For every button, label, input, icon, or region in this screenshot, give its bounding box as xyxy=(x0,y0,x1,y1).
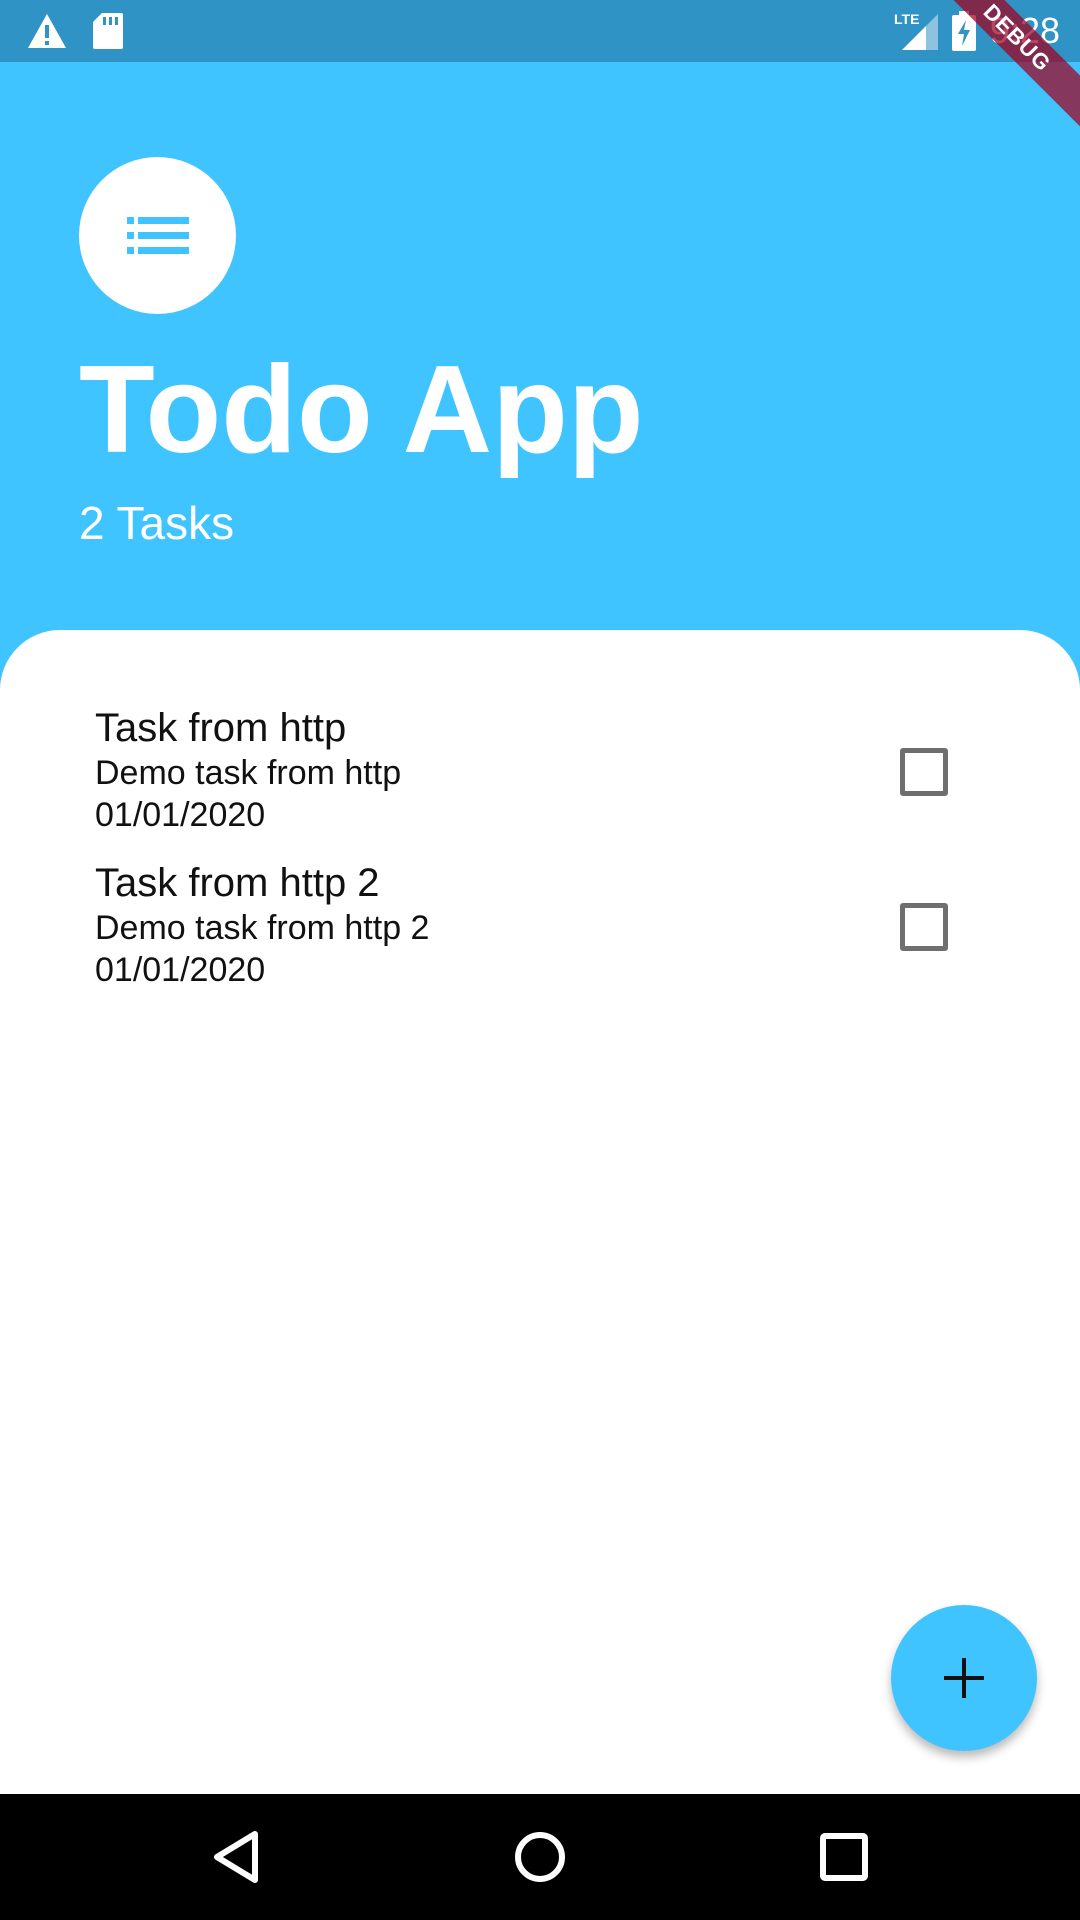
app-title: Todo App xyxy=(79,341,644,479)
task-checkbox[interactable] xyxy=(900,903,948,951)
status-left-icons xyxy=(26,12,124,50)
add-task-button[interactable] xyxy=(891,1605,1037,1751)
list-icon xyxy=(126,216,189,254)
sd-card-icon xyxy=(93,13,123,49)
status-bar: LTE 9:28 xyxy=(0,0,1080,62)
nav-home-button[interactable] xyxy=(510,1827,570,1887)
task-title: Task from http 2 xyxy=(95,861,380,905)
nav-recents-button[interactable] xyxy=(814,1827,874,1887)
home-icon xyxy=(515,1832,565,1882)
recents-icon xyxy=(820,1833,868,1881)
task-date: 01/01/2020 xyxy=(95,951,266,989)
task-item[interactable]: Task from http 2 Demo task from http 2 0… xyxy=(95,860,985,1010)
header-avatar xyxy=(79,157,236,314)
task-description: Demo task from http xyxy=(95,754,402,792)
task-item[interactable]: Task from http Demo task from http 01/01… xyxy=(95,705,985,855)
task-description: Demo task from http 2 xyxy=(95,909,430,947)
navigation-bar xyxy=(0,1794,1080,1920)
nav-back-button[interactable] xyxy=(206,1827,266,1887)
task-date: 01/01/2020 xyxy=(95,796,266,834)
task-count: 2 Tasks xyxy=(79,497,235,549)
lte-signal-icon: LTE xyxy=(894,11,938,50)
task-list-panel: Task from http Demo task from http 01/01… xyxy=(0,630,1080,1794)
alert-icon xyxy=(28,14,66,48)
task-title: Task from http xyxy=(95,706,347,750)
svg-text:LTE: LTE xyxy=(894,11,919,27)
add-icon xyxy=(944,1658,984,1698)
task-checkbox[interactable] xyxy=(900,748,948,796)
back-icon xyxy=(214,1831,258,1883)
